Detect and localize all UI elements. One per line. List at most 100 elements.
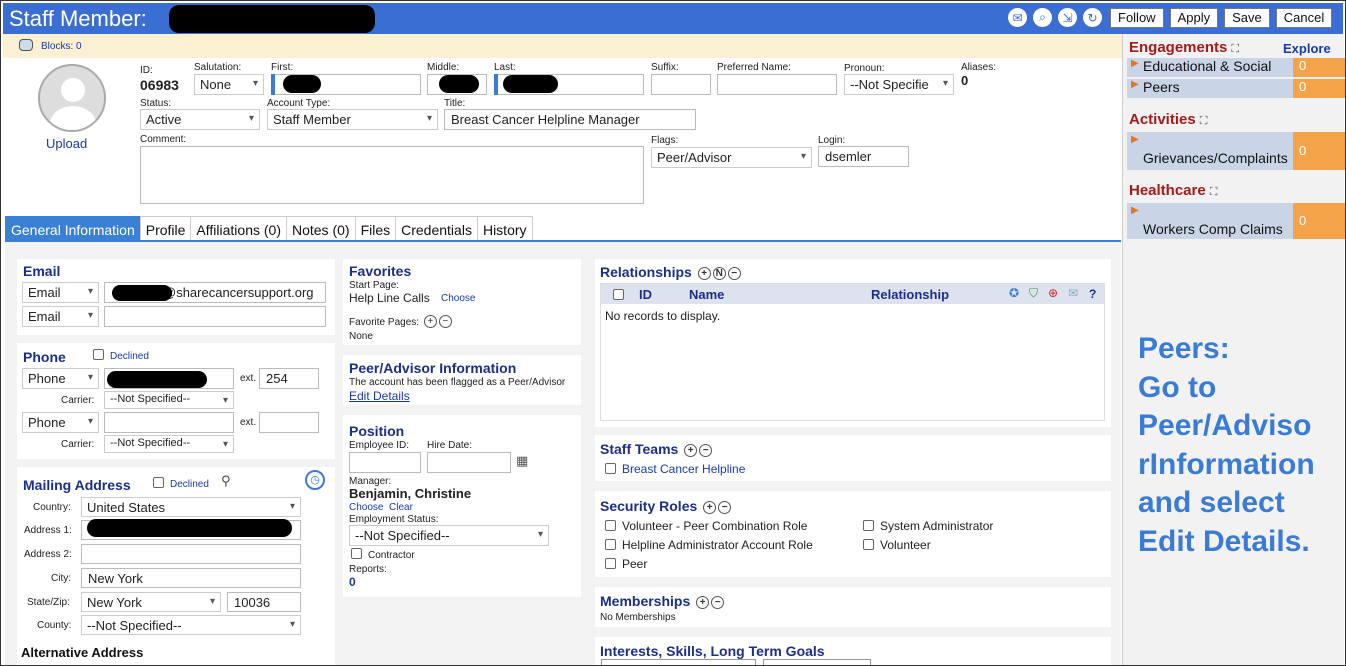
phone-type-select-2[interactable]: Phone	[22, 412, 99, 433]
status-select[interactable]: Active	[140, 109, 260, 130]
favorites-title: Favorites	[349, 263, 412, 279]
country-select[interactable]: United States	[81, 497, 301, 517]
city-input[interactable]: New York	[81, 568, 301, 588]
manager-choose-link[interactable]: Choose	[349, 502, 383, 513]
state-select[interactable]: New York	[81, 592, 221, 612]
manager-clear-link[interactable]: Clear	[389, 502, 413, 513]
export-icon[interactable]: ⇲	[1058, 8, 1077, 27]
login-input[interactable]: dsemler	[818, 146, 909, 167]
shield-icon[interactable]: ⛉	[1029, 286, 1038, 301]
column-name[interactable]: Name	[689, 287, 724, 302]
expand-icon[interactable]: ⛶	[1210, 186, 1218, 198]
email-input-2[interactable]	[104, 306, 326, 327]
follow-button[interactable]: Follow	[1110, 8, 1164, 28]
tab-general-information[interactable]: General Information	[5, 216, 141, 241]
remove-icon[interactable]: −	[718, 501, 732, 514]
start-page-choose-link[interactable]: Choose	[441, 293, 475, 304]
explore-link[interactable]: Explore	[1283, 41, 1331, 56]
interests-button-2[interactable]	[763, 659, 871, 665]
add-icon[interactable]: +	[423, 315, 437, 328]
tab-history[interactable]: History	[476, 216, 533, 241]
location-pin-icon[interactable]: ⚲	[221, 473, 231, 489]
zip-input[interactable]: 10036	[227, 592, 301, 612]
reports-value[interactable]: 0	[349, 575, 356, 589]
address1-label: Address 1:	[24, 525, 72, 536]
save-button[interactable]: Save	[1224, 8, 1270, 28]
email-type-select-2[interactable]: Email	[22, 306, 99, 327]
expand-icon[interactable]: ⛶	[1200, 115, 1208, 127]
mail-icon[interactable]: ✉	[1068, 286, 1078, 300]
help-icon[interactable]: ?	[1089, 287, 1096, 301]
hire-date-input[interactable]	[427, 452, 511, 473]
flags-select[interactable]: Peer/Advisor	[651, 147, 812, 168]
comment-textarea[interactable]	[140, 146, 644, 204]
address2-input[interactable]	[81, 544, 301, 564]
state-zip-label: State/Zip:	[27, 597, 70, 608]
sidebar-item-peers[interactable]: ▶ Peers	[1127, 79, 1293, 98]
blocks-link[interactable]: Blocks: 0	[41, 41, 82, 52]
county-label: County:	[37, 620, 72, 631]
tab-profile[interactable]: Profile	[139, 216, 192, 241]
column-relationship[interactable]: Relationship	[871, 287, 949, 302]
chat-icon[interactable]: ✉	[1008, 8, 1027, 27]
county-select[interactable]: --Not Specified--	[81, 615, 301, 635]
interests-title: Interests, Skills, Long Term Goals	[600, 643, 825, 659]
expand-icon[interactable]: ⛶	[1231, 43, 1239, 55]
interests-button[interactable]	[601, 659, 756, 665]
account-type-select[interactable]: Staff Member	[267, 109, 438, 130]
phone-input-2[interactable]	[104, 412, 234, 433]
role-checkbox[interactable]: Volunteer	[863, 538, 931, 552]
employee-id-input[interactable]	[349, 452, 421, 473]
tab-notes[interactable]: Notes (0)	[285, 216, 356, 241]
tab-credentials[interactable]: Credentials	[395, 216, 478, 241]
search-icon[interactable]: ⌕	[1033, 8, 1052, 27]
upload-link[interactable]: Upload	[46, 136, 87, 151]
remove-icon[interactable]: −	[711, 596, 725, 609]
column-id[interactable]: ID	[639, 287, 652, 302]
staff-team-item[interactable]: Breast Cancer Helpline	[605, 462, 745, 476]
phone-type-select[interactable]: Phone	[22, 368, 99, 389]
carrier-select[interactable]: --Not Specified--	[104, 391, 234, 409]
calendar-icon[interactable]: ▦	[516, 453, 528, 469]
clock-icon[interactable]: ◷	[305, 470, 325, 490]
edit-details-link[interactable]: Edit Details	[349, 389, 410, 403]
select-all-checkbox[interactable]	[613, 289, 624, 300]
remove-icon[interactable]: −	[727, 267, 741, 280]
preferred-name-input[interactable]	[717, 74, 837, 95]
refresh-icon[interactable]: ↻	[1083, 8, 1102, 27]
add-record-icon[interactable]: ⊕	[1048, 286, 1058, 300]
tab-affiliations[interactable]: Affiliations (0)	[190, 216, 287, 241]
ext-input[interactable]: 254	[259, 368, 319, 389]
add-icon[interactable]: +	[696, 596, 710, 609]
cancel-button[interactable]: Cancel	[1275, 8, 1333, 28]
pronoun-label: Pronoun:	[844, 63, 885, 74]
phone-declined[interactable]: Declined	[93, 349, 149, 362]
contractor-checkbox[interactable]: Contractor	[351, 548, 415, 561]
role-checkbox[interactable]: Peer	[605, 557, 647, 571]
role-checkbox[interactable]: System Administrator	[863, 519, 993, 533]
carrier-select-2[interactable]: --Not Specified--	[104, 435, 234, 453]
tab-files[interactable]: Files	[354, 216, 397, 241]
sidebar-item-grievances[interactable]: ▶ Grievances/Complaints	[1127, 132, 1293, 170]
gear-icon[interactable]: ✪	[1009, 286, 1019, 300]
add-icon[interactable]: +	[697, 267, 711, 280]
sidebar-item-workers-comp[interactable]: ▶ Workers Comp Claims	[1127, 203, 1293, 239]
mailing-declined[interactable]: Declined	[153, 477, 209, 490]
salutation-select[interactable]: None	[194, 74, 264, 95]
pronoun-select[interactable]: --Not Specifie	[844, 74, 954, 95]
add-icon[interactable]: +	[684, 444, 698, 457]
new-icon[interactable]: N	[712, 267, 726, 280]
suffix-input[interactable]	[651, 74, 711, 95]
remove-icon[interactable]: −	[699, 444, 713, 457]
email-type-select[interactable]: Email	[22, 282, 99, 303]
staff-teams-title: Staff Teams + −	[600, 441, 713, 457]
role-checkbox[interactable]: Volunteer - Peer Combination Role	[605, 519, 807, 533]
remove-icon[interactable]: −	[438, 315, 452, 328]
employment-status-select[interactable]: --Not Specified--	[349, 525, 549, 546]
title-input[interactable]: Breast Cancer Helpline Manager	[444, 109, 696, 130]
apply-button[interactable]: Apply	[1169, 8, 1219, 28]
ext-input-2[interactable]	[259, 412, 319, 433]
add-icon[interactable]: +	[703, 501, 717, 514]
role-checkbox[interactable]: Helpline Administrator Account Role	[605, 538, 813, 552]
sidebar-item-educational-social[interactable]: ▶ Educational & Social	[1127, 58, 1293, 77]
